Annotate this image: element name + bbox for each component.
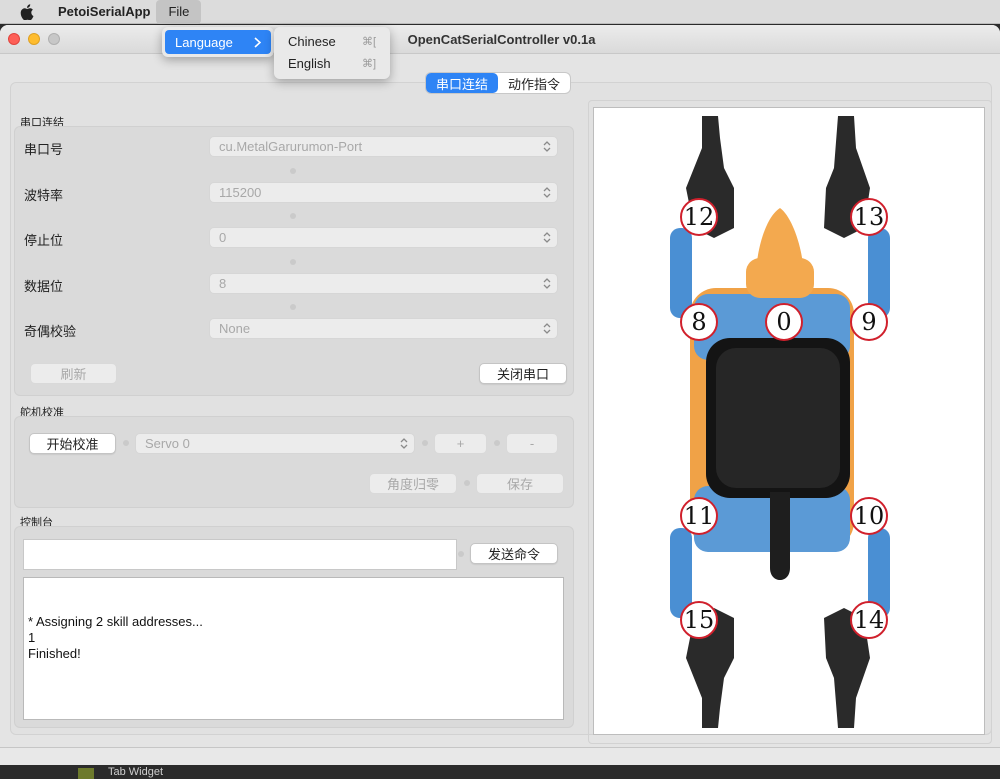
apple-logo-icon[interactable] [20, 3, 40, 20]
joint-15[interactable]: 15 [680, 601, 718, 639]
english-shortcut: ⌘] [361, 57, 376, 70]
separator-dot [290, 213, 296, 219]
separator-dot [464, 480, 470, 486]
window-title: OpenCatSerialController v0.1a [407, 32, 596, 47]
stopbit-select[interactable]: 0 [209, 227, 558, 248]
plus-button[interactable]: + [434, 433, 487, 454]
chevron-updown-icon [543, 278, 551, 289]
chevron-updown-icon [400, 438, 408, 449]
separator-dot [494, 440, 500, 446]
separator-dot [422, 440, 428, 446]
tab-widget-icon [78, 768, 94, 779]
save-button[interactable]: 保存 [476, 473, 564, 494]
robot-view [593, 107, 985, 735]
joint-9[interactable]: 9 [850, 303, 888, 341]
command-input[interactable] [23, 539, 457, 570]
window-bottom-edge [0, 747, 1000, 765]
joint-14[interactable]: 14 [850, 601, 888, 639]
parity-value: None [219, 321, 251, 336]
port-select[interactable]: cu.MetalGarurumon-Port [209, 136, 558, 157]
file-dropdown-menu: Language [162, 27, 274, 57]
joint-11[interactable]: 11 [680, 497, 718, 535]
robot-illustration [670, 116, 890, 728]
stopbit-value: 0 [219, 230, 227, 245]
databit-select[interactable]: 8 [209, 273, 558, 294]
app-name-menu[interactable]: PetoiSerialApp [58, 4, 150, 19]
close-port-button[interactable]: 关闭串口 [479, 363, 567, 384]
tab-serial[interactable]: 串口连结 [426, 73, 499, 93]
parity-label: 奇偶校验 [24, 324, 77, 339]
file-menu[interactable]: File [156, 0, 202, 24]
chevron-updown-icon [543, 323, 551, 334]
port-value: cu.MetalGarurumon-Port [219, 139, 363, 154]
background-tab-widget-label: Tab Widget [108, 766, 164, 778]
joint-8[interactable]: 8 [680, 303, 718, 341]
chevron-updown-icon [543, 187, 551, 198]
servo-value: Servo 0 [145, 436, 190, 451]
tab-actions[interactable]: 动作指令 [498, 73, 570, 93]
chevron-updown-icon [543, 141, 551, 152]
chevron-right-icon [254, 36, 261, 48]
chevron-updown-icon [543, 232, 551, 243]
separator-dot [290, 168, 296, 174]
joint-13[interactable]: 13 [850, 198, 888, 236]
separator-dot [458, 551, 464, 557]
separator-dot [290, 259, 296, 265]
baud-select[interactable]: 115200 [209, 182, 558, 203]
chinese-shortcut: ⌘[ [361, 35, 376, 48]
language-menu-item[interactable]: Language [165, 30, 271, 54]
separator-dot [290, 304, 296, 310]
english-label: English [288, 55, 331, 71]
servo-select[interactable]: Servo 0 [135, 433, 415, 454]
databit-value: 8 [219, 276, 227, 291]
parity-select[interactable]: None [209, 318, 558, 339]
english-menu-item[interactable]: English ⌘] [274, 52, 390, 74]
baud-value: 115200 [219, 185, 262, 200]
console-output[interactable]: * Assigning 2 skill addresses... 1 Finis… [23, 577, 564, 720]
joint-0[interactable]: 0 [765, 303, 803, 341]
refresh-button[interactable]: 刷新 [30, 363, 117, 384]
port-label: 串口号 [24, 142, 64, 157]
send-command-button[interactable]: 发送命令 [470, 543, 558, 564]
stopbit-label: 停止位 [24, 233, 64, 248]
menu-bar: PetoiSerialApp File [0, 0, 1000, 24]
zero-angle-button[interactable]: 角度归零 [369, 473, 457, 494]
title-bar: OpenCatSerialController v0.1a [0, 25, 1000, 54]
joint-12[interactable]: 12 [680, 198, 718, 236]
chinese-label: Chinese [288, 33, 336, 49]
minus-button[interactable]: - [506, 433, 558, 454]
databit-label: 数据位 [24, 279, 64, 294]
separator-dot [123, 440, 129, 446]
baud-label: 波特率 [24, 188, 64, 203]
joint-10[interactable]: 10 [850, 497, 888, 535]
servo-group [14, 416, 574, 508]
language-submenu: Chinese ⌘[ English ⌘] [274, 27, 390, 79]
chinese-menu-item[interactable]: Chinese ⌘[ [274, 30, 390, 52]
tab-bar: 串口连结 动作指令 [426, 73, 571, 93]
language-label: Language [175, 34, 233, 50]
start-calibration-button[interactable]: 开始校准 [29, 433, 116, 454]
